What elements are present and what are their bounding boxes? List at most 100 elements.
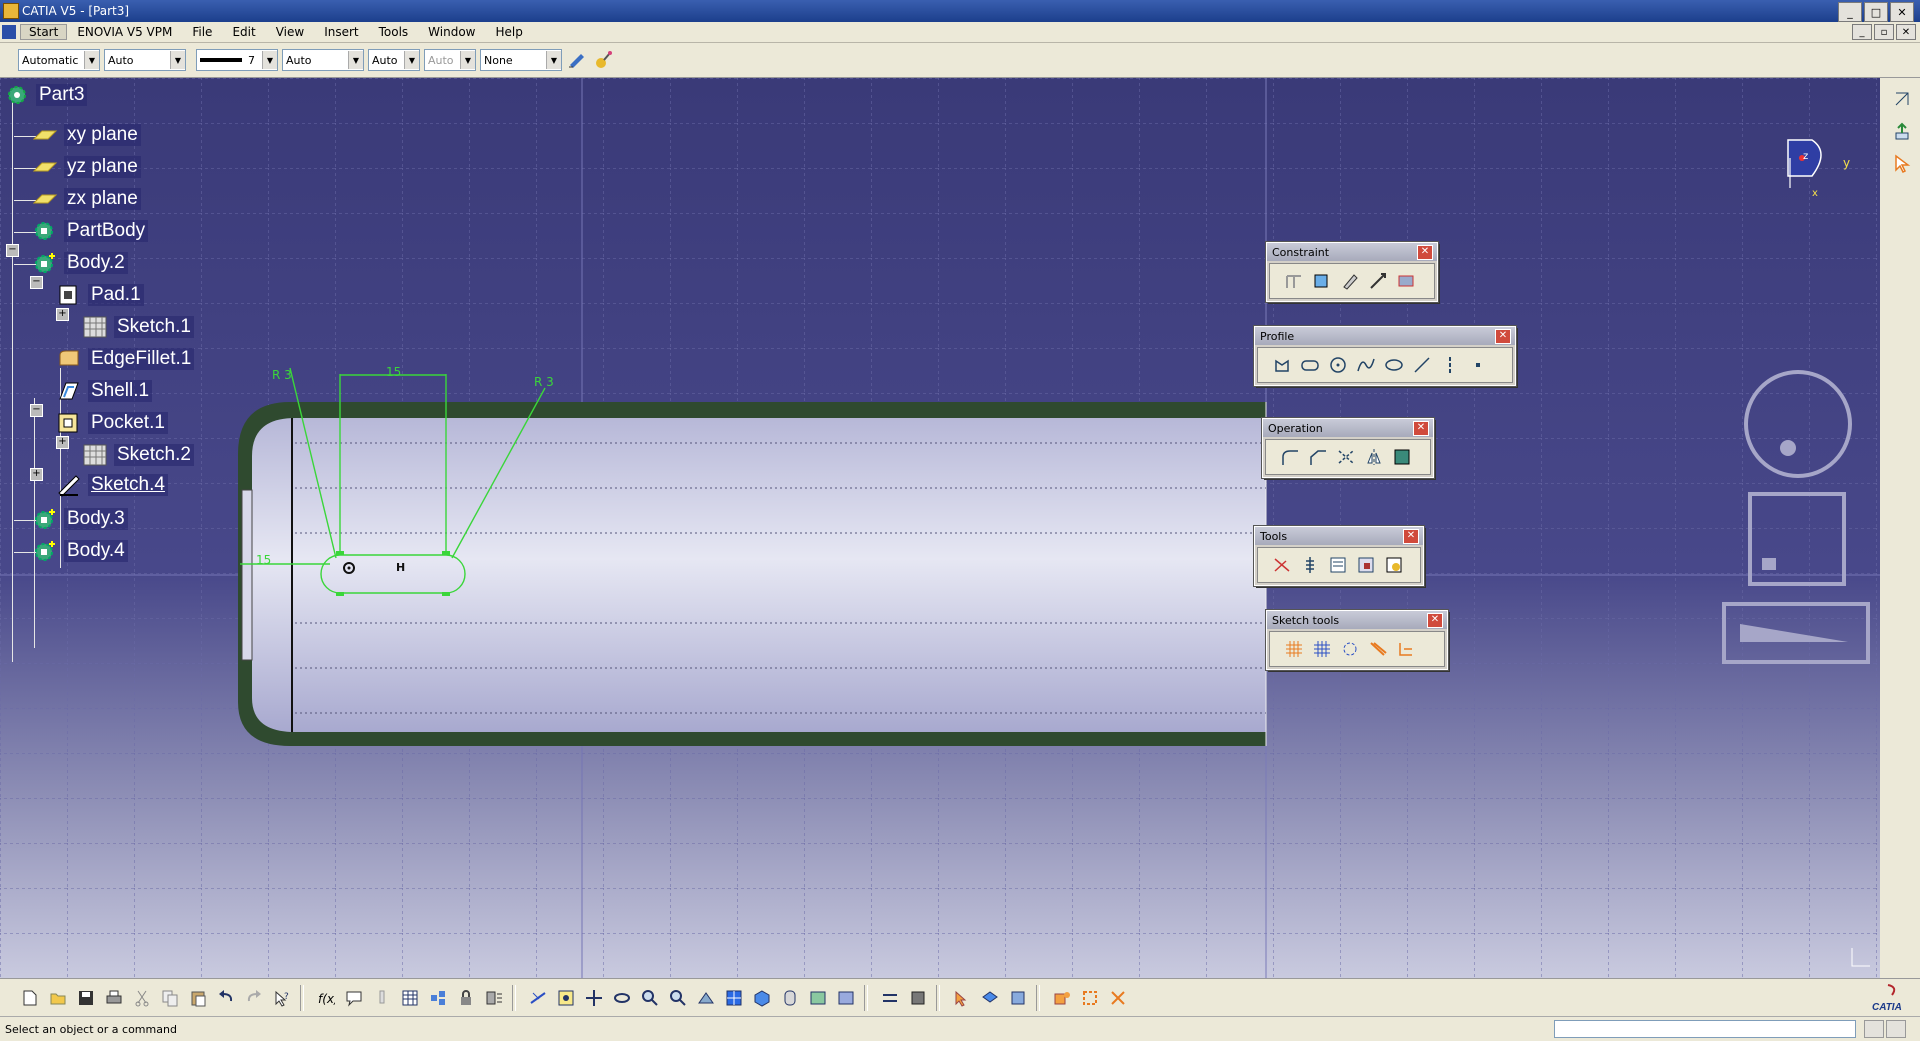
pan-icon[interactable] (582, 986, 606, 1010)
tree-node-xy-plane[interactable]: xy plane (32, 122, 141, 148)
rectangle-icon[interactable] (1298, 353, 1322, 377)
tree-node-part3[interactable]: Part3 (4, 82, 88, 108)
circle-icon[interactable] (1326, 353, 1350, 377)
tree-node-body2[interactable]: Body.2 (32, 250, 128, 276)
whats-this-icon[interactable]: ? (270, 986, 294, 1010)
point-type-combo[interactable]: Auto ▼ (368, 49, 420, 71)
horizontal-constraint-label[interactable]: H (396, 561, 405, 574)
point-icon[interactable] (1466, 353, 1490, 377)
normal-view-icon[interactable] (694, 986, 718, 1010)
solving-status-icon[interactable] (1354, 553, 1378, 577)
dimensional-constraints-icon[interactable] (1394, 637, 1418, 661)
tree-node-yz-plane[interactable]: yz plane (32, 154, 141, 180)
fit-all-icon[interactable] (554, 986, 578, 1010)
render-style-combo[interactable]: None ▼ (480, 49, 562, 71)
sketcher-workbench-icon[interactable] (1891, 88, 1913, 110)
status-button-1[interactable] (1864, 1020, 1884, 1038)
cut-icon[interactable] (130, 986, 154, 1010)
formula-icon[interactable]: f(x) (314, 986, 338, 1010)
tree-node-sketch2[interactable]: Sketch.2 (82, 442, 194, 468)
close-icon[interactable]: ✕ (1403, 529, 1419, 544)
painter-icon[interactable] (566, 49, 588, 71)
grid-icon[interactable] (1282, 637, 1306, 661)
measure-item-icon[interactable] (906, 986, 930, 1010)
catalog-icon[interactable] (1006, 986, 1030, 1010)
zoom-in-icon[interactable] (638, 986, 662, 1010)
shading-icon[interactable] (778, 986, 802, 1010)
tree-node-pad1[interactable]: Pad.1 (56, 282, 144, 308)
line-type-combo[interactable]: Auto ▼ (282, 49, 364, 71)
constraint-icon[interactable] (1310, 269, 1334, 293)
maximize-button[interactable]: □ (1864, 2, 1888, 22)
new-file-icon[interactable] (18, 986, 42, 1010)
fix-together-icon[interactable] (1366, 269, 1390, 293)
menu-start[interactable]: Start (20, 24, 68, 40)
tree-node-partbody[interactable]: PartBody (32, 218, 149, 244)
menu-file[interactable]: File (182, 25, 222, 39)
command-input[interactable] (1554, 1020, 1856, 1038)
tree-node-edgefillet1[interactable]: EdgeFillet.1 (56, 346, 195, 372)
contact-constraint-icon[interactable] (1338, 269, 1362, 293)
select-icon[interactable] (950, 986, 974, 1010)
project-3d-elements-icon[interactable] (1390, 445, 1414, 469)
select-arrow-icon[interactable] (1891, 152, 1913, 174)
undo-icon[interactable] (214, 986, 238, 1010)
paste-icon[interactable] (186, 986, 210, 1010)
length-dimension[interactable]: 15 (386, 365, 401, 379)
doc-restore-button[interactable]: ▫ (1874, 24, 1894, 40)
manipulation-icon[interactable] (1050, 986, 1074, 1010)
menu-edit[interactable]: Edit (222, 25, 265, 39)
tree-node-pocket1[interactable]: Pocket.1 (56, 410, 168, 436)
status-button-2[interactable] (1886, 1020, 1906, 1038)
radius-dimension-right[interactable]: R 3 (534, 375, 554, 389)
copy-icon[interactable] (158, 986, 182, 1010)
chamfer-icon[interactable] (1306, 445, 1330, 469)
collapse-pocket1-toggle[interactable]: − (30, 404, 43, 417)
line-thickness-combo[interactable]: 7 ▼ (196, 49, 278, 71)
menu-enovia[interactable]: ENOVIA V5 VPM (67, 25, 182, 39)
tree-node-shell1[interactable]: Shell.1 (56, 378, 153, 404)
pin-icon[interactable] (370, 986, 394, 1010)
swap-visible-space-icon[interactable] (834, 986, 858, 1010)
construction-standard-icon[interactable] (1338, 637, 1362, 661)
axis-icon[interactable] (1438, 353, 1462, 377)
rotate-icon[interactable] (610, 986, 634, 1010)
properties-wand-icon[interactable] (592, 49, 614, 71)
snap-to-point-icon[interactable] (1310, 637, 1334, 661)
close-icon[interactable]: ✕ (1417, 245, 1433, 260)
line-icon[interactable] (1410, 353, 1434, 377)
fill-color-combo[interactable]: Automatic ▼ (18, 49, 100, 71)
animate-constraint-icon[interactable] (1394, 269, 1418, 293)
multi-view-icon[interactable] (722, 986, 746, 1010)
explode-icon[interactable] (1106, 986, 1130, 1010)
minimize-button[interactable]: _ (1838, 2, 1862, 22)
print-icon[interactable] (102, 986, 126, 1010)
menu-help[interactable]: Help (486, 25, 533, 39)
construction-element-icon[interactable] (1270, 553, 1294, 577)
zoom-out-icon[interactable] (666, 986, 690, 1010)
menu-window[interactable]: Window (418, 25, 485, 39)
table-icon[interactable] (398, 986, 422, 1010)
expand-sketch1-toggle[interactable]: + (56, 308, 69, 321)
ellipse-icon[interactable] (1382, 353, 1406, 377)
sketch-analysis-icon[interactable] (1326, 553, 1350, 577)
corner-icon[interactable] (1278, 445, 1302, 469)
expand-sketch4-toggle[interactable]: + (30, 468, 43, 481)
close-button[interactable]: ✕ (1890, 2, 1914, 22)
reference-element-icon[interactable] (1298, 553, 1322, 577)
spline-icon[interactable] (1354, 353, 1378, 377)
constraints-dialog-icon[interactable] (1282, 269, 1306, 293)
snap-icon[interactable] (1078, 986, 1102, 1010)
mirror-icon[interactable] (1362, 445, 1386, 469)
doc-close-button[interactable]: ✕ (1896, 24, 1916, 40)
geometrical-constraints-icon[interactable] (1366, 637, 1390, 661)
tree-node-body3[interactable]: Body.3 (32, 506, 128, 532)
collapse-body2-toggle[interactable]: − (6, 244, 19, 257)
tree-node-body4[interactable]: Body.4 (32, 538, 128, 564)
close-icon[interactable]: ✕ (1413, 421, 1429, 436)
knowledge-icon[interactable] (426, 986, 450, 1010)
doc-minimize-button[interactable]: _ (1852, 24, 1872, 40)
open-folder-icon[interactable] (46, 986, 70, 1010)
3d-viewport[interactable]: y x z R 3 R 3 15 15 H Part3 xy plane yz … (0, 78, 1880, 978)
close-icon[interactable]: ✕ (1495, 329, 1511, 344)
